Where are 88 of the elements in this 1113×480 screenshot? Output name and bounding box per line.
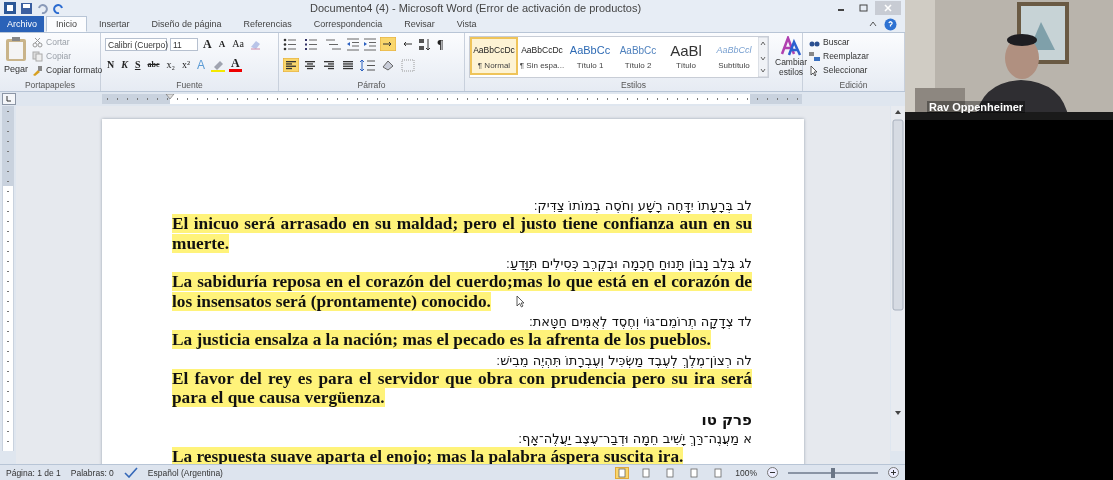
paste-button[interactable]: Pegar xyxy=(4,36,29,80)
participant-name: Rav Oppenheimer xyxy=(927,101,1026,113)
line-spacing-icon[interactable] xyxy=(359,58,377,72)
hebrew-verse: לה רְצוֹן־מֶלֶךְ לְעֶבֶד מַשְׂכִּיל וְעֶבְרָתוֹ תִּהְיֶה מֵבִישׁ׃ xyxy=(496,351,752,369)
align-left-icon[interactable] xyxy=(283,58,299,72)
horizontal-ruler[interactable] xyxy=(102,94,802,104)
show-marks-button[interactable]: ¶ xyxy=(435,37,446,51)
ribbon-tab[interactable]: Referencias xyxy=(233,16,302,32)
sort-icon[interactable] xyxy=(418,37,432,51)
chapter-heading: פרק טו xyxy=(701,409,752,430)
zoom-in-icon[interactable] xyxy=(888,467,899,478)
font-name-field[interactable]: Calibri (Cuerpo) xyxy=(105,37,167,51)
word-logo-icon[interactable] xyxy=(4,2,16,14)
zoom-slider-thumb[interactable] xyxy=(831,467,835,478)
bold-button[interactable]: N xyxy=(105,58,117,72)
shrink-font-button[interactable]: A xyxy=(216,37,228,51)
style-option[interactable]: AaBbCcDc ¶ Normal xyxy=(470,37,518,75)
verse-translation: El favor del rey es para el servidor que obra con prudencia pero su ira será para el que causa vergüenza. xyxy=(172,368,752,408)
copy-icon xyxy=(32,50,44,62)
proofing-icon[interactable] xyxy=(123,467,138,478)
hebrew-verse: א מַעֲנֶה־רַּךְ יָשִׁיב חֵמָה וּדְבַר־עֶצֶב יַעֲלֶה־אָף׃ xyxy=(518,429,752,447)
replace-button[interactable]: Reemplazar xyxy=(809,50,900,62)
style-option[interactable]: AaBbCcl Subtítulo xyxy=(710,37,758,75)
brush-button[interactable]: Copiar formato xyxy=(32,64,103,76)
group-label: Estilos xyxy=(619,80,647,91)
window-title: Documento4 (4) - Microsoft Word (Error de activación de productos) xyxy=(309,2,643,14)
style-option[interactable]: AaBbCcDc ¶ Sin espa... xyxy=(518,37,566,75)
ribbon-tab[interactable]: Vista xyxy=(446,16,487,32)
brush-icon xyxy=(32,64,44,76)
replace-icon xyxy=(809,50,820,62)
group-label: Fuente xyxy=(175,80,204,91)
cursor-icon xyxy=(809,64,820,76)
verse-translation: La justicia ensalza a la nación; mas el pecado es la afrenta de los pueblos. xyxy=(172,330,712,350)
page-count[interactable]: Página: 1 de 1 xyxy=(6,467,61,478)
styles-letters-icon xyxy=(780,36,803,56)
font-size-field[interactable]: 11 xyxy=(170,37,198,51)
change-case-button[interactable]: Aa xyxy=(230,37,246,51)
file-tab[interactable]: Archivo xyxy=(0,16,44,32)
ribbon-tab[interactable]: Diseño de página xyxy=(141,16,232,32)
verse-translation: La sabiduría reposa en el corazón del cuerdo;mas lo que está en el corazón de los insensatos será (prontamente) conocido. xyxy=(172,272,752,311)
style-option[interactable]: AaBl Título xyxy=(662,37,710,75)
strike-button[interactable]: abc xyxy=(145,58,162,72)
tab-selector-icon[interactable] xyxy=(2,93,16,105)
redo-icon[interactable] xyxy=(53,2,64,14)
align-justify-icon[interactable] xyxy=(340,58,356,72)
find-button[interactable]: Buscar xyxy=(809,36,900,48)
increase-indent-icon[interactable] xyxy=(363,37,377,51)
zoom-out-icon[interactable] xyxy=(767,467,778,478)
ribbon-tab[interactable]: Inicio xyxy=(46,16,88,32)
decrease-indent-icon[interactable] xyxy=(346,37,360,51)
font-color-button[interactable]: A xyxy=(229,58,242,72)
style-option[interactable]: AaBbCc Título 1 xyxy=(566,37,614,75)
highlighter-icon[interactable] xyxy=(210,58,226,72)
hebrew-verse: לג בְּלֵב נָבוֹן תָּנוּחַ חָכְמָה וּבְקֶרֶב כְּסִילִים תִּוָּדֵעַ׃ xyxy=(506,255,752,272)
left-to-right-icon[interactable] xyxy=(380,37,396,51)
verse-translation: El inicuo será arrasado en su maldad; pero el justo tiene confianza aun en su muerte. xyxy=(172,214,752,253)
select-button[interactable]: Seleccionar xyxy=(809,64,900,76)
zoom-level[interactable]: 100% xyxy=(735,467,757,478)
scissors-icon xyxy=(32,36,44,48)
sup-button[interactable]: x² xyxy=(179,58,192,72)
underline-button[interactable]: S xyxy=(132,58,143,72)
ribbon-tab[interactable]: Insertar xyxy=(89,16,140,32)
hebrew-verse: לב בְּרָעָתוֹ יִדָּחֶה רָשָׁע וְחֹסֶה בְמוֹתוֹ צַדִּיק׃ xyxy=(533,197,752,214)
sub-button[interactable]: x₂ xyxy=(164,58,177,72)
group-label: Edición xyxy=(838,80,869,91)
ribbon-tab[interactable]: Revisar xyxy=(394,16,445,32)
ribbon-tab[interactable]: Correspondencia xyxy=(303,16,393,32)
vertical-scrollbar[interactable] xyxy=(891,106,905,451)
gallery-scroll-icon[interactable] xyxy=(758,37,768,77)
italic-button[interactable]: K xyxy=(119,58,130,72)
minimize-ribbon-icon[interactable] xyxy=(868,19,878,29)
group-label: Portapapeles xyxy=(23,80,77,91)
word-count[interactable]: Palabras: 0 xyxy=(70,467,114,478)
help-icon[interactable] xyxy=(884,17,897,31)
view-mode-icon[interactable] xyxy=(615,466,630,479)
clipboard-icon xyxy=(5,36,27,62)
mouse-cursor-icon xyxy=(516,295,525,308)
change-styles-button[interactable]: Cambiar estilos xyxy=(775,36,808,80)
align-center-icon[interactable] xyxy=(302,58,318,72)
multilevel-list-icon[interactable] xyxy=(325,37,343,51)
grow-font-button[interactable]: A xyxy=(201,37,214,51)
group-label: Párrafo xyxy=(356,80,387,91)
undo-icon[interactable] xyxy=(37,2,48,14)
align-right-icon[interactable] xyxy=(321,58,337,72)
style-option[interactable]: AaBbCc Título 2 xyxy=(614,37,662,75)
hebrew-verse: לד צְדָקָה תְרוֹמֵם־גּוֹי וְחֶסֶד לְאֻמִּים חַטָּאת׃ xyxy=(528,313,752,330)
save-icon[interactable] xyxy=(21,2,32,14)
language-indicator[interactable]: Español (Argentina) xyxy=(147,467,223,478)
